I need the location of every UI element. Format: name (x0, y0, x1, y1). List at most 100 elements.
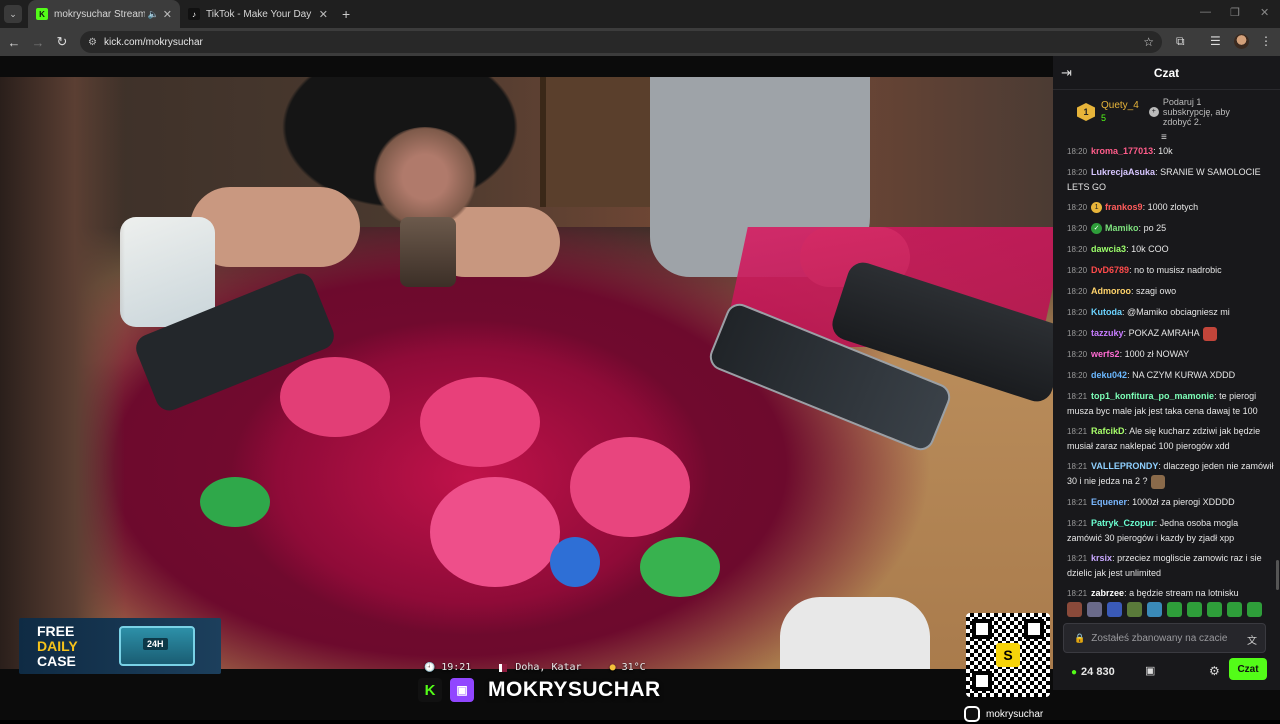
message-username[interactable]: Kutoda (1091, 307, 1122, 317)
message-username[interactable]: Equener (1091, 497, 1127, 507)
message-username[interactable]: zabrzee (1091, 588, 1124, 598)
audio-playing-icon[interactable]: 🔈 (148, 9, 159, 20)
chat-message: 18:20 Admoroo: szagi owo (1067, 286, 1177, 296)
close-window-icon[interactable]: ✕ (1260, 6, 1269, 19)
tab-kick[interactable]: K mokrysuchar Stream - Watc 🔈 ✕ (28, 0, 180, 28)
video-vase (400, 217, 456, 287)
more-menu-icon[interactable]: ⋮ (1260, 34, 1272, 48)
expand-leaderboard-icon[interactable]: ≡ (1161, 132, 1167, 143)
message-text: NA CZYM KURWA XDDD (1132, 370, 1236, 380)
quick-emotes-bar (1067, 602, 1267, 617)
chat-message: 18:21 krsix: przeciez mogliscie zamowic r… (1067, 552, 1262, 578)
quick-emote-icon[interactable] (1147, 602, 1162, 617)
sun-icon: ● (609, 662, 616, 673)
tab-title: mokrysuchar Stream - Watc (54, 8, 145, 20)
video-flower (200, 477, 270, 527)
gift-sub-prompt[interactable]: + Podaruj 1 subskrypcję, aby zdobyć 2. (1148, 97, 1254, 127)
chat-scrollbar[interactable] (1276, 560, 1279, 590)
kick-favicon-icon: K (36, 8, 48, 20)
media-control-icon[interactable]: ☰ (1210, 34, 1221, 48)
message-username[interactable]: Admoroo (1091, 286, 1131, 296)
quick-emote-icon[interactable] (1127, 602, 1142, 617)
chat-header: ⇥ Czat (1053, 56, 1280, 90)
message-username[interactable]: top1_konfitura_po_mamonie (1091, 391, 1214, 401)
message-username[interactable]: deku042 (1091, 370, 1127, 380)
message-username[interactable]: krsix (1091, 553, 1112, 563)
daily-case-promo[interactable]: FREE DAILY CASE 24H (19, 618, 221, 674)
quick-emote-icon[interactable] (1087, 602, 1102, 617)
chat-message: 18:20 kroma_177013: 10k (1067, 146, 1173, 156)
extensions-icon[interactable]: ⧉ (1176, 34, 1185, 49)
message-username[interactable]: VALLEPRONDY (1091, 461, 1158, 471)
chat-input[interactable]: 🔒 Zostałeś zbanowany na czacie 文 (1063, 623, 1266, 653)
chat-message: 18:20 dawcia3: 10k COO (1067, 244, 1169, 254)
message-time: 18:21 (1067, 462, 1088, 471)
quick-emote-icon[interactable] (1067, 602, 1082, 617)
profile-avatar[interactable] (1234, 34, 1249, 49)
bookmark-star-icon[interactable]: ☆ (1143, 35, 1154, 49)
site-info-icon[interactable]: ⚙ (88, 37, 97, 48)
twitch-logo-icon: ▣ (450, 678, 474, 702)
back-icon[interactable]: ← (2, 35, 26, 50)
quick-emote-icon[interactable] (1207, 602, 1222, 617)
message-username[interactable]: kroma_177013 (1091, 146, 1153, 156)
message-time: 18:20 (1067, 287, 1088, 296)
forward-icon[interactable]: → (26, 35, 50, 50)
message-time: 18:20 (1067, 245, 1088, 254)
chat-panel: ⇥ Czat 1 Quety_4 5 + Podaruj 1 subskrypc… (1053, 56, 1280, 690)
new-tab-icon[interactable]: + (342, 6, 350, 22)
promo-text: FREE DAILY CASE (19, 623, 101, 669)
message-username[interactable]: RafcikD (1091, 426, 1125, 436)
quick-emote-icon[interactable] (1227, 602, 1242, 617)
quick-emote-icon[interactable] (1107, 602, 1122, 617)
close-tab-icon[interactable]: ✕ (163, 8, 172, 21)
reload-icon[interactable]: ↻ (50, 34, 74, 50)
message-username[interactable]: Patryk_Czopur (1091, 518, 1155, 528)
lock-icon: 🔒 (1074, 632, 1086, 643)
close-tab-icon[interactable]: ✕ (319, 8, 328, 21)
handle-text: mokrysuchar (986, 708, 1044, 720)
collapse-chat-icon[interactable]: ⇥ (1061, 65, 1072, 81)
emote-picker-icon[interactable]: 文 (1247, 632, 1257, 647)
message-username[interactable]: werfs2 (1091, 349, 1120, 359)
browser-toolbar: ← → ↻ ⚙ kick.com/mokrysuchar ☆ ⧉ ☰ ⋮ (0, 28, 1280, 56)
local-time: 19:21 (441, 662, 472, 673)
message-time: 18:20 (1067, 308, 1088, 317)
qr-corner (972, 619, 992, 639)
video-flower (420, 377, 540, 467)
maximize-icon[interactable]: ❐ (1230, 6, 1240, 19)
quick-emote-icon[interactable] (1167, 602, 1182, 617)
tab-search-icon[interactable]: ⌄ (4, 5, 22, 23)
gift-icon: + (1148, 107, 1159, 117)
message-username[interactable]: frankos9 (1105, 202, 1143, 212)
chat-messages: 18:20 kroma_177013: 10k 18:20 LukrecjaAsuka… (1053, 144, 1275, 654)
settings-gear-icon[interactable]: ⚙ (1209, 664, 1220, 678)
message-username[interactable]: dawcia3 (1091, 244, 1126, 254)
qr-corner (972, 671, 992, 691)
send-chat-button[interactable]: Czat (1229, 658, 1267, 680)
video-player[interactable] (0, 77, 1053, 669)
store-icon[interactable]: ▣ (1145, 664, 1155, 677)
address-bar[interactable]: ⚙ kick.com/mokrysuchar ☆ (80, 31, 1162, 53)
message-time: 18:20 (1067, 224, 1088, 233)
quick-emote-icon[interactable] (1187, 602, 1202, 617)
message-username[interactable]: Mamiko (1105, 223, 1139, 233)
chat-input-placeholder: Zostałeś zbanowany na czacie (1091, 632, 1228, 644)
message-time: 18:20 (1067, 147, 1088, 156)
video-shadow (0, 77, 125, 669)
quick-emote-icon[interactable] (1247, 602, 1262, 617)
minimize-icon[interactable]: — (1200, 6, 1211, 18)
channel-points[interactable]: ● 24 830 (1071, 666, 1115, 678)
gift-prompt-text: Podaruj 1 subskrypcję, aby zdobyć 2. (1162, 97, 1230, 127)
top-gifter[interactable]: Quety_4 5 (1101, 100, 1139, 124)
chat-message: 18:20 ✓ Mamiko: po 25 (1067, 223, 1167, 235)
message-username[interactable]: DvD6789 (1091, 265, 1129, 275)
chat-message: 18:20 1 frankos9: 1000 zlotych (1067, 202, 1199, 214)
video-flower (640, 537, 720, 597)
tab-tiktok[interactable]: ♪ TikTok - Make Your Day ✕ (180, 0, 336, 28)
top-gifter-count: 5 (1101, 113, 1107, 123)
message-time: 18:21 (1067, 497, 1088, 507)
message-username[interactable]: tazzuky (1091, 328, 1124, 338)
message-username[interactable]: LukrecjaAsuka (1091, 167, 1155, 177)
emote-icon (1150, 474, 1165, 489)
